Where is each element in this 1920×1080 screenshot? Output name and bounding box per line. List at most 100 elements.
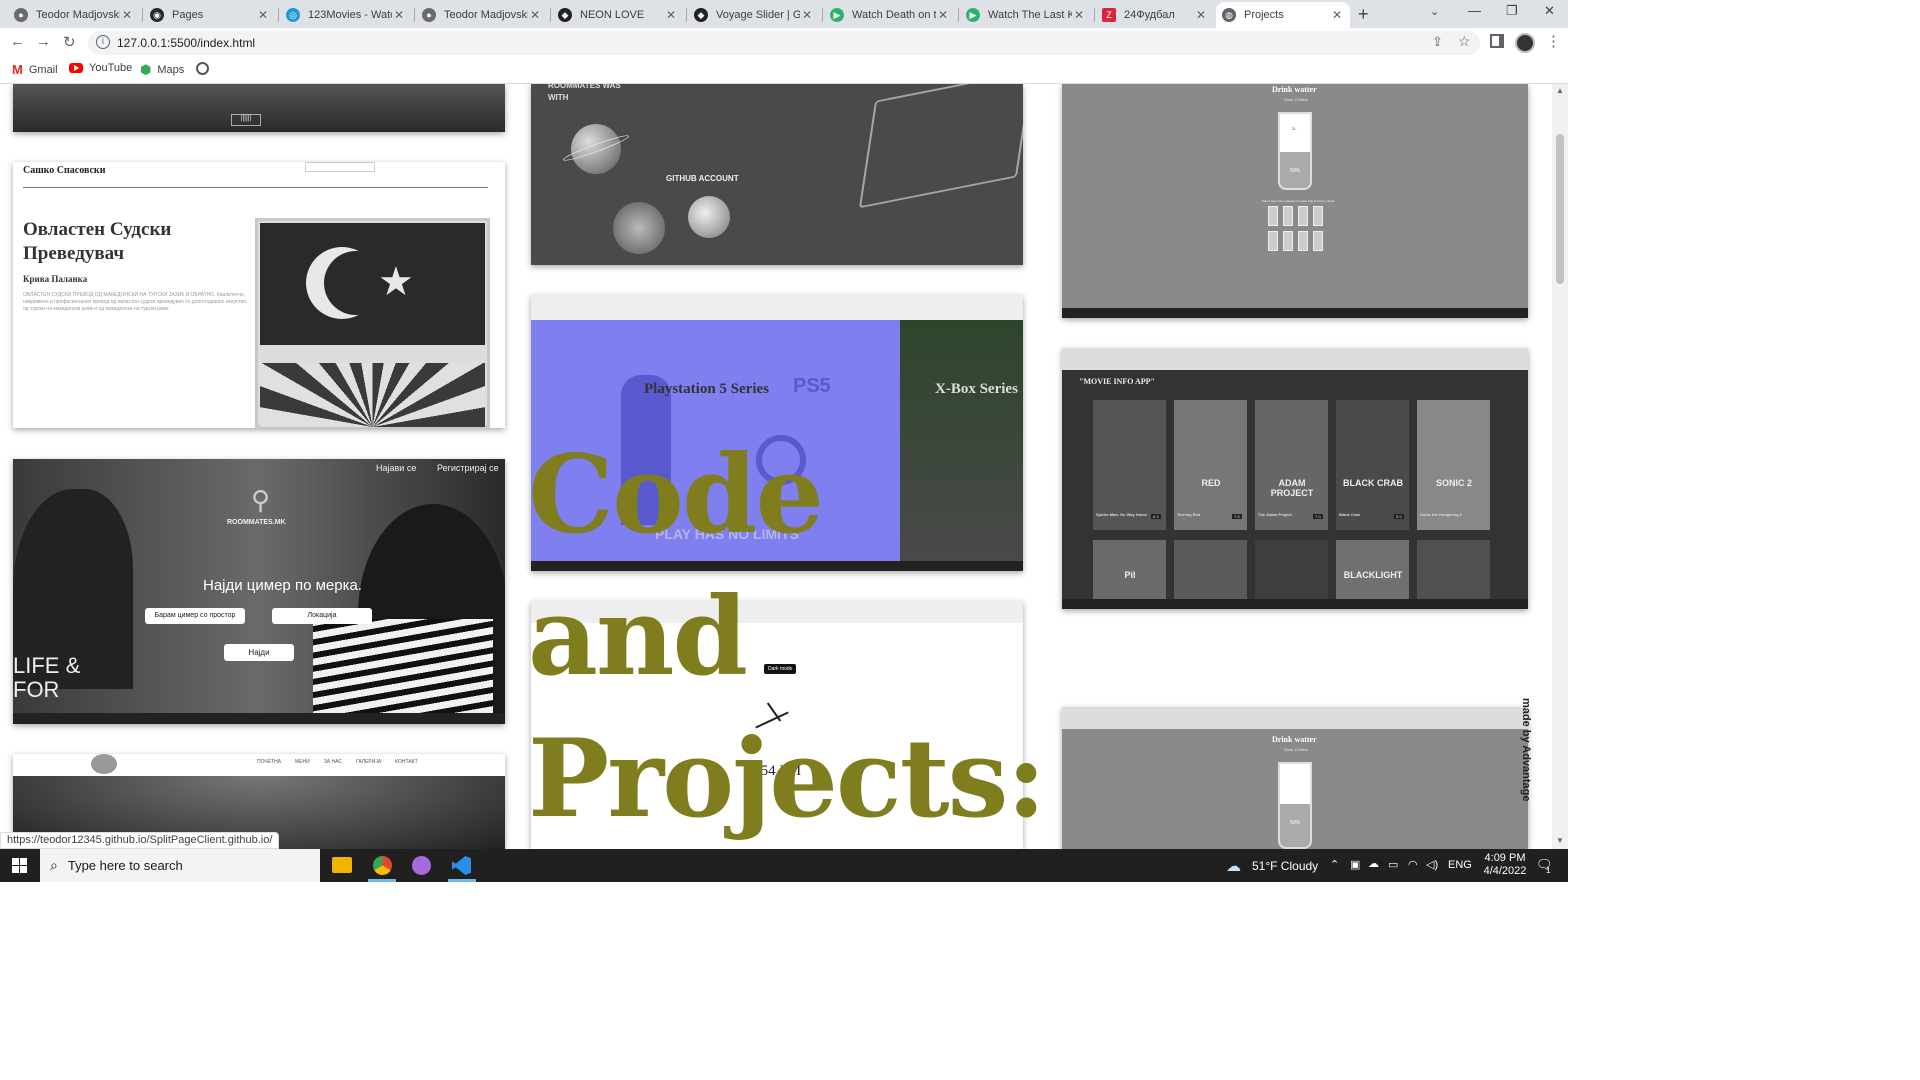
avatar[interactable]: [1515, 33, 1535, 53]
reload-icon[interactable]: ↻: [63, 33, 76, 51]
bookmark-maps[interactable]: ⬢ Maps: [140, 62, 184, 78]
weather-text[interactable]: 51°F Cloudy: [1252, 859, 1318, 873]
123movies-icon: ◎: [286, 8, 300, 22]
back-icon[interactable]: ←: [10, 33, 25, 50]
chrome-icon[interactable]: [373, 856, 392, 875]
close-tab-icon[interactable]: ✕: [528, 8, 542, 22]
taskbar-search[interactable]: ⌕ Type here to search: [40, 849, 320, 882]
wifi-icon[interactable]: ◠: [1408, 858, 1418, 871]
movies-title: "MOVIE INFO APP": [1079, 377, 1155, 386]
teodor-favicon-icon: ●: [14, 8, 28, 22]
address-bar[interactable]: i 127.0.0.1:5500/index.html ⇪ ☆: [88, 31, 1480, 55]
close-tab-icon[interactable]: ✕: [256, 8, 270, 22]
restore-icon[interactable]: ❐: [1506, 3, 1518, 19]
water-hint: Select how many glasses of water that yo…: [1261, 199, 1335, 203]
bookmark-globe[interactable]: [196, 62, 209, 75]
close-window-icon[interactable]: ✕: [1544, 3, 1555, 19]
github-account-link: GITHUB ACCOUNT: [666, 174, 739, 183]
clock[interactable]: 4:09 PM 4/4/2022: [1482, 852, 1528, 878]
movie-poster: Spider-Man: No Way Home 8.3: [1093, 400, 1166, 530]
onedrive-icon[interactable]: ☁: [1368, 857, 1379, 870]
tab-watch-death[interactable]: ▶ Watch Death on th ✕: [824, 2, 956, 28]
tab-neon-love[interactable]: ◆ NEON LOVE ✕: [552, 2, 684, 28]
poster-title: Spider-Man: No Way Home: [1096, 512, 1147, 517]
close-tab-icon[interactable]: ✕: [1194, 8, 1208, 22]
codepen-icon: ◆: [694, 8, 708, 22]
tab-voyage-slider[interactable]: ◆ Voyage Slider | GS ✕: [688, 2, 820, 28]
status-bubble: https://teodor12345.github.io/SplitPageC…: [0, 832, 280, 849]
poster-title: The Adam Project: [1258, 512, 1292, 517]
scroll-down-icon[interactable]: ▼: [1556, 836, 1564, 845]
bookmark-star-icon[interactable]: ☆: [1458, 33, 1471, 50]
card-body-text: ОВЛАСТЕН СУДСКИ ПРЕВОД ОД МАКЕДОНСКИ НА …: [23, 292, 248, 312]
project-card-roommates[interactable]: Најави се Регистрирај се ⚲ ROOMMATES.MK …: [13, 459, 505, 724]
poster-art-text: BLACKLIGHT: [1343, 570, 1403, 580]
forward-icon[interactable]: →: [36, 33, 51, 50]
scrollbar-thumb[interactable]: [1556, 134, 1564, 284]
bookmark-gmail[interactable]: M Gmail: [12, 62, 58, 77]
globe-icon: [196, 62, 209, 75]
tab-teodor-2[interactable]: ● Teodor Madjovski ✕: [416, 2, 548, 28]
poster-grid: Spider-Man: No Way Home 8.3 RED Turning Red…: [1093, 400, 1493, 600]
space-text: ROOMMATES WAS WITH: [548, 84, 621, 102]
tab-projects[interactable]: ◍ Projects ✕: [1216, 2, 1350, 28]
poster-art-text: RED: [1201, 478, 1221, 488]
close-tab-icon[interactable]: ✕: [800, 8, 814, 22]
close-tab-icon[interactable]: ✕: [1072, 8, 1086, 22]
tab-teodor-1[interactable]: ● Teodor Madjovski ✕: [8, 2, 140, 28]
menu-dots-icon[interactable]: ⋮: [1546, 32, 1561, 50]
tab-title: NEON LOVE: [580, 9, 645, 21]
location-button: Локација: [272, 608, 372, 624]
tab-watch-last-kingdom[interactable]: ▶ Watch The Last Kir ✕: [960, 2, 1092, 28]
cloud-icon[interactable]: ☁: [1226, 857, 1241, 875]
close-tab-icon[interactable]: ✕: [664, 8, 678, 22]
project-card-water[interactable]: Drink watter Goal: 2 Liters 50% 2L Selec…: [1062, 84, 1528, 318]
hero-headline: Најди цимер по мерка.: [203, 577, 362, 594]
project-card-movies[interactable]: "MOVIE INFO APP" Spider-Man: No Way Home…: [1062, 348, 1528, 609]
movie-poster: Pil: [1093, 540, 1166, 600]
github-desktop-icon[interactable]: [412, 856, 431, 875]
login-link: Најави се: [376, 463, 417, 473]
find-button: Најди: [224, 644, 294, 661]
tab-24fudbal[interactable]: Z 24Фудбал ✕: [1096, 2, 1214, 28]
xbox-title: X-Box Series: [935, 381, 1018, 397]
scroll-up-icon[interactable]: ▲: [1556, 86, 1564, 95]
device-icon[interactable]: ▣: [1350, 858, 1360, 871]
battery-icon[interactable]: ▭: [1388, 858, 1398, 871]
windows-taskbar: ⌕ Type here to search ☁ 51°F Cloudy ⌃ ▣ …: [0, 849, 1568, 882]
close-tab-icon[interactable]: ✕: [392, 8, 406, 22]
water-cup: 50% 2L: [1278, 112, 1312, 190]
project-card-water-2[interactable]: Drink watter Goal: 2 Liters 50%: [1062, 707, 1528, 849]
windows-start-icon[interactable]: [12, 858, 27, 873]
tab-123movies[interactable]: ◎ 123Movies - Watch ✕: [280, 2, 412, 28]
poster-art-text: SONIC 2: [1435, 478, 1472, 488]
close-tab-icon[interactable]: ✕: [120, 8, 134, 22]
page-title: Code and Projects:: [528, 424, 1048, 849]
chevron-up-icon[interactable]: ⌃: [1330, 858, 1339, 871]
page-scrollbar[interactable]: ▲ ▼: [1552, 84, 1568, 849]
side-panel-icon[interactable]: [1490, 34, 1504, 48]
nav-item: ПОЧЕТНА: [257, 759, 282, 765]
new-tab-icon[interactable]: +: [1358, 4, 1369, 25]
share-icon[interactable]: ⇪: [1432, 34, 1443, 50]
movie-poster: SONIC 2 Sonic the Hedgehog 2: [1417, 400, 1490, 530]
close-tab-icon[interactable]: ✕: [1330, 8, 1344, 22]
volume-icon[interactable]: ◁): [1426, 858, 1438, 871]
tab-pages[interactable]: ◉ Pages ✕: [144, 2, 276, 28]
poster-art-text: Pil: [1124, 570, 1136, 580]
gmail-icon: M: [12, 62, 23, 77]
movie-poster: BLACKLIGHT: [1336, 540, 1409, 600]
project-card-translator[interactable]: Сашко Спасовски Овластен Судски Преведув…: [13, 162, 505, 428]
bookmark-youtube[interactable]: YouTube: [69, 62, 132, 74]
browser-toolbar: ← → ↻ i 127.0.0.1:5500/index.html ⇪ ☆ ⋮: [0, 28, 1568, 58]
poster-rating: 8.3: [1151, 514, 1161, 519]
tab-search-icon[interactable]: ⌄: [1430, 5, 1439, 18]
project-card-top-left[interactable]: ||||||: [13, 84, 505, 132]
vscode-icon[interactable]: [452, 856, 471, 875]
project-card-space[interactable]: ROOMMATES WAS WITH GITHUB ACCOUNT: [531, 84, 1023, 265]
close-tab-icon[interactable]: ✕: [936, 8, 950, 22]
info-icon[interactable]: i: [96, 35, 110, 49]
minimize-icon[interactable]: —: [1468, 3, 1481, 18]
file-explorer-icon[interactable]: [332, 857, 352, 873]
language-indicator[interactable]: ENG: [1448, 859, 1472, 871]
